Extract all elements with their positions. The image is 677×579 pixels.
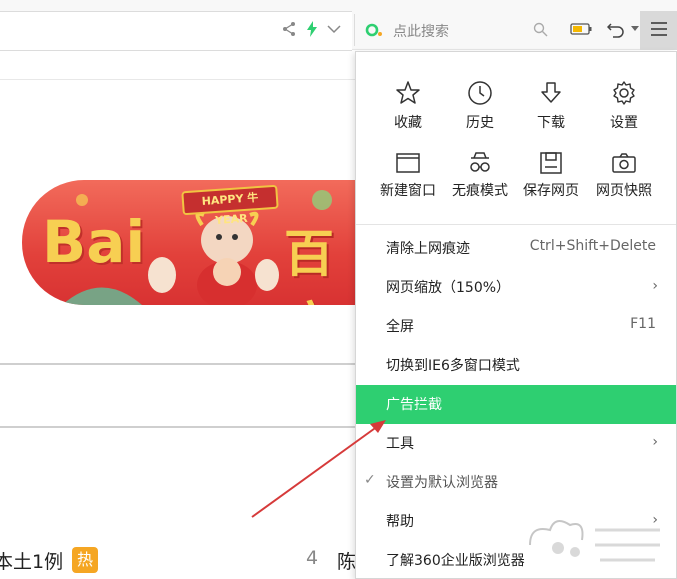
- menu-separator: [356, 224, 676, 225]
- star-icon: [396, 81, 420, 104]
- menu-incognito[interactable]: 无痕模式: [440, 152, 520, 212]
- chevron-right-icon: ›: [652, 278, 658, 294]
- menu-item-label: 网页缩放（150%）: [386, 280, 511, 296]
- menu-item-shortcut: Ctrl+Shift+Delete: [529, 238, 656, 254]
- clock-icon: [468, 81, 492, 105]
- search-placeholder[interactable]: 点此搜索: [393, 21, 449, 41]
- menu-snapshot-label: 网页快照: [596, 183, 652, 199]
- doodle-logo-hanzi: 百度: [284, 225, 334, 305]
- camera-icon: [612, 153, 636, 173]
- hotlist-item-text-2[interactable]: 陈: [337, 547, 356, 574]
- menu-item-label: 全屏: [386, 319, 414, 335]
- menu-history[interactable]: 历史: [440, 80, 520, 140]
- menu-item-zoom[interactable]: 网页缩放（150%） ›: [356, 268, 676, 307]
- doodle-logo-text: Bai: [42, 208, 146, 276]
- share-icon[interactable]: [278, 18, 300, 40]
- checkmark-icon: ✓: [364, 472, 376, 488]
- save-icon: [540, 152, 562, 174]
- page-divider: [0, 79, 355, 80]
- battery-saver-icon[interactable]: [570, 18, 592, 40]
- lightning-icon[interactable]: [301, 18, 323, 40]
- menu-favorites[interactable]: 收藏: [368, 80, 448, 140]
- menu-new-window-label: 新建窗口: [380, 183, 436, 199]
- menu-favorites-label: 收藏: [394, 115, 422, 131]
- menu-item-label: 切换到IE6多窗口模式: [386, 358, 520, 374]
- menu-snapshot[interactable]: 网页快照: [584, 152, 664, 212]
- incognito-icon: [470, 152, 490, 172]
- hot-badge: 热: [72, 547, 98, 573]
- browser-toolbar: 点此搜索: [0, 0, 677, 51]
- hamburger-icon: [650, 21, 668, 40]
- menu-item-label: 设置为默认浏览器: [386, 475, 498, 491]
- hotlist-rank: 4: [306, 547, 319, 569]
- menu-item-label: 工具: [386, 436, 414, 452]
- menu-item-fullscreen[interactable]: 全屏 F11: [356, 307, 676, 346]
- menu-downloads[interactable]: 下载: [511, 80, 591, 140]
- search-box[interactable]: 点此搜索: [354, 14, 558, 46]
- menu-save-page[interactable]: 保存网页: [511, 152, 591, 212]
- chevron-down-icon[interactable]: [323, 18, 345, 40]
- menu-item-default-browser[interactable]: ✓ 设置为默认浏览器: [356, 463, 676, 502]
- menu-item-ie6-mode[interactable]: 切换到IE6多窗口模式: [356, 346, 676, 385]
- menu-item-label: 清除上网痕迹: [386, 241, 470, 257]
- menu-settings-label: 设置: [610, 115, 638, 131]
- main-menu-button[interactable]: [640, 11, 677, 50]
- download-icon: [541, 82, 561, 103]
- menu-item-tools[interactable]: 工具 ›: [356, 424, 676, 463]
- search-box-bottom-border: [0, 426, 355, 428]
- menu-history-label: 历史: [466, 115, 494, 131]
- menu-item-ad-block[interactable]: 广告拦截: [356, 385, 676, 424]
- search-box-top-border: [0, 363, 355, 365]
- chevron-right-icon: ›: [652, 434, 658, 450]
- window-icon: [396, 153, 420, 173]
- baidu-doodle-banner[interactable]: HAPPY 牛 YEAR Bai 百度: [22, 180, 362, 305]
- menu-new-window[interactable]: 新建窗口: [368, 152, 448, 212]
- menu-item-label: 帮助: [386, 514, 414, 530]
- menu-save-page-label: 保存网页: [523, 183, 579, 199]
- menu-downloads-label: 下载: [537, 115, 565, 131]
- menu-item-label: 了解360企业版浏览器: [386, 553, 525, 569]
- search-engine-logo-icon[interactable]: [365, 22, 383, 42]
- menu-item-shortcut: F11: [630, 316, 656, 332]
- baidu-jingyan-watermark: [529, 520, 660, 562]
- menu-item-clear-history[interactable]: 清除上网痕迹 Ctrl+Shift+Delete: [356, 229, 676, 268]
- menu-item-label: 广告拦截: [386, 397, 442, 413]
- search-icon[interactable]: [533, 22, 548, 41]
- hotlist-item-text[interactable]: 本土1例: [0, 547, 63, 574]
- browser-window: 点此搜索 HAPPY 牛 YEAR Bai 百 本土1例 热 4 陈 收藏 历史…: [0, 0, 677, 579]
- gear-icon: [613, 81, 635, 105]
- menu-settings[interactable]: 设置: [584, 80, 664, 140]
- menu-incognito-label: 无痕模式: [452, 183, 508, 199]
